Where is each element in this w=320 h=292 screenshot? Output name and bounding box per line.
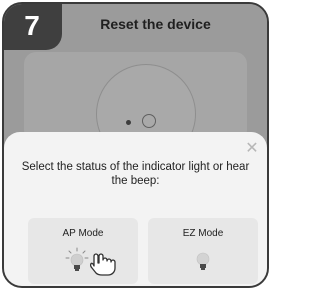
- mode-selection-sheet: ✕ Select the status of the indicator lig…: [4, 132, 267, 286]
- step-number-badge: 7: [4, 4, 62, 50]
- screen-frame: 7 Reset the device ✕ Select the status o…: [2, 2, 269, 288]
- ez-mode-button[interactable]: EZ Mode: [148, 218, 258, 284]
- prompt-text: Select the status of the indicator light…: [21, 161, 250, 187]
- ap-mode-label: AP Mode: [62, 228, 104, 239]
- header: 7 Reset the device: [4, 4, 267, 52]
- bulb-blinking-icon: [65, 247, 89, 271]
- page-title: Reset the device: [100, 16, 211, 32]
- hand-pointer-icon: [90, 253, 116, 276]
- ez-mode-label: EZ Mode: [182, 228, 224, 239]
- indicator-dot: [126, 120, 131, 125]
- ap-mode-button[interactable]: AP Mode: [28, 218, 138, 284]
- close-icon[interactable]: ✕: [245, 141, 259, 157]
- bulb-icon: [196, 252, 210, 270]
- reset-button-illustration: [142, 114, 156, 128]
